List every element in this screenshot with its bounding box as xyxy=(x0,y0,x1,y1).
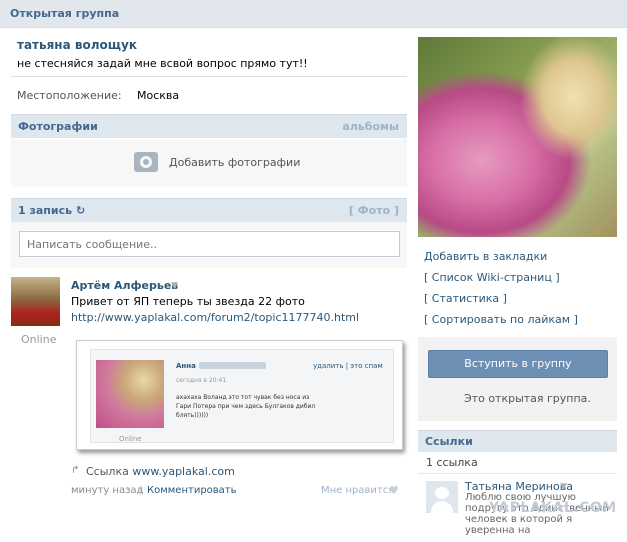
add-photos-link[interactable]: Добавить фотографии xyxy=(169,156,300,169)
open-group-note: Это открытая группа. xyxy=(464,392,591,405)
share-arrow-icon: ↱ xyxy=(71,465,80,476)
source-link[interactable]: Ссылка www.yaplakal.com xyxy=(86,465,235,478)
watermark: YAPLAKAL.COM xyxy=(489,500,617,516)
embedded-blurred-surname xyxy=(199,362,266,369)
embedded-online: Online xyxy=(119,435,142,443)
location-label: Местоположение: xyxy=(17,89,122,102)
like-label[interactable]: Мне нравится xyxy=(321,485,394,496)
bookmark-link[interactable]: Добавить в закладки xyxy=(424,250,547,263)
heart-icon[interactable]: ♥ xyxy=(389,484,399,497)
wall-count: 1 запись ↻ xyxy=(18,204,86,217)
links-header: Ссылки xyxy=(418,430,617,452)
embedded-time: сегодня в 20:41 xyxy=(176,377,227,384)
comment-link[interactable]: Комментировать xyxy=(147,485,237,496)
join-group-button[interactable]: Вступить в группу xyxy=(428,350,608,378)
location-value: Москва xyxy=(137,89,180,102)
wall-photo-link[interactable]: [ Фото ] xyxy=(349,204,399,217)
post-text: Привет от ЯП теперь ты звезда 22 фото xyxy=(71,295,305,308)
post-link[interactable]: http://www.yaplakal.com/forum2/topic1177… xyxy=(71,311,359,324)
separator: | xyxy=(139,485,143,496)
embedded-name: Анна xyxy=(176,362,196,370)
refresh-icon[interactable]: ↻ xyxy=(76,204,85,217)
sort-by-likes-link[interactable]: [ Сортировать по лайкам ] xyxy=(424,313,578,326)
photos-header: Фотографии альбомы xyxy=(11,114,407,138)
embedded-text: ахахаха Воланд это тот чувак без носа из… xyxy=(176,394,316,419)
camera-icon[interactable] xyxy=(134,152,158,172)
group-profile-photo[interactable] xyxy=(418,37,617,237)
post-author-avatar[interactable] xyxy=(11,277,60,326)
page-title: Открытая группа xyxy=(10,7,120,20)
wiki-pages-link[interactable]: [ Список Wiki-страниц ] xyxy=(424,271,560,284)
author-dropdown-icon[interactable]: ▼ xyxy=(171,281,178,291)
post-author-name[interactable]: Артём Алферьев xyxy=(71,279,178,292)
link-dropdown-icon[interactable]: ▼ xyxy=(560,482,567,492)
author-online-status: Online xyxy=(21,333,57,346)
wall-message-input[interactable] xyxy=(19,231,400,257)
photos-title: Фотографии xyxy=(18,120,98,133)
divider xyxy=(418,473,617,474)
embedded-actions: удалить | это спам xyxy=(313,362,383,370)
embedded-avatar xyxy=(96,360,164,428)
links-title: Ссылки xyxy=(425,435,473,448)
statistics-link[interactable]: [ Статистика ] xyxy=(424,292,507,305)
divider xyxy=(11,76,407,77)
wall-header: 1 запись ↻ [ Фото ] xyxy=(11,198,407,222)
top-bar: Открытая группа xyxy=(0,0,627,28)
links-count: 1 ссылка xyxy=(426,456,478,469)
post-time[interactable]: минуту назад xyxy=(71,485,143,496)
albums-link[interactable]: альбомы xyxy=(342,120,399,133)
group-name: татьяна волощук xyxy=(17,38,137,52)
group-status: не стесняйся задай мне всвой вопрос прям… xyxy=(17,57,308,70)
link-avatar[interactable] xyxy=(426,481,458,513)
